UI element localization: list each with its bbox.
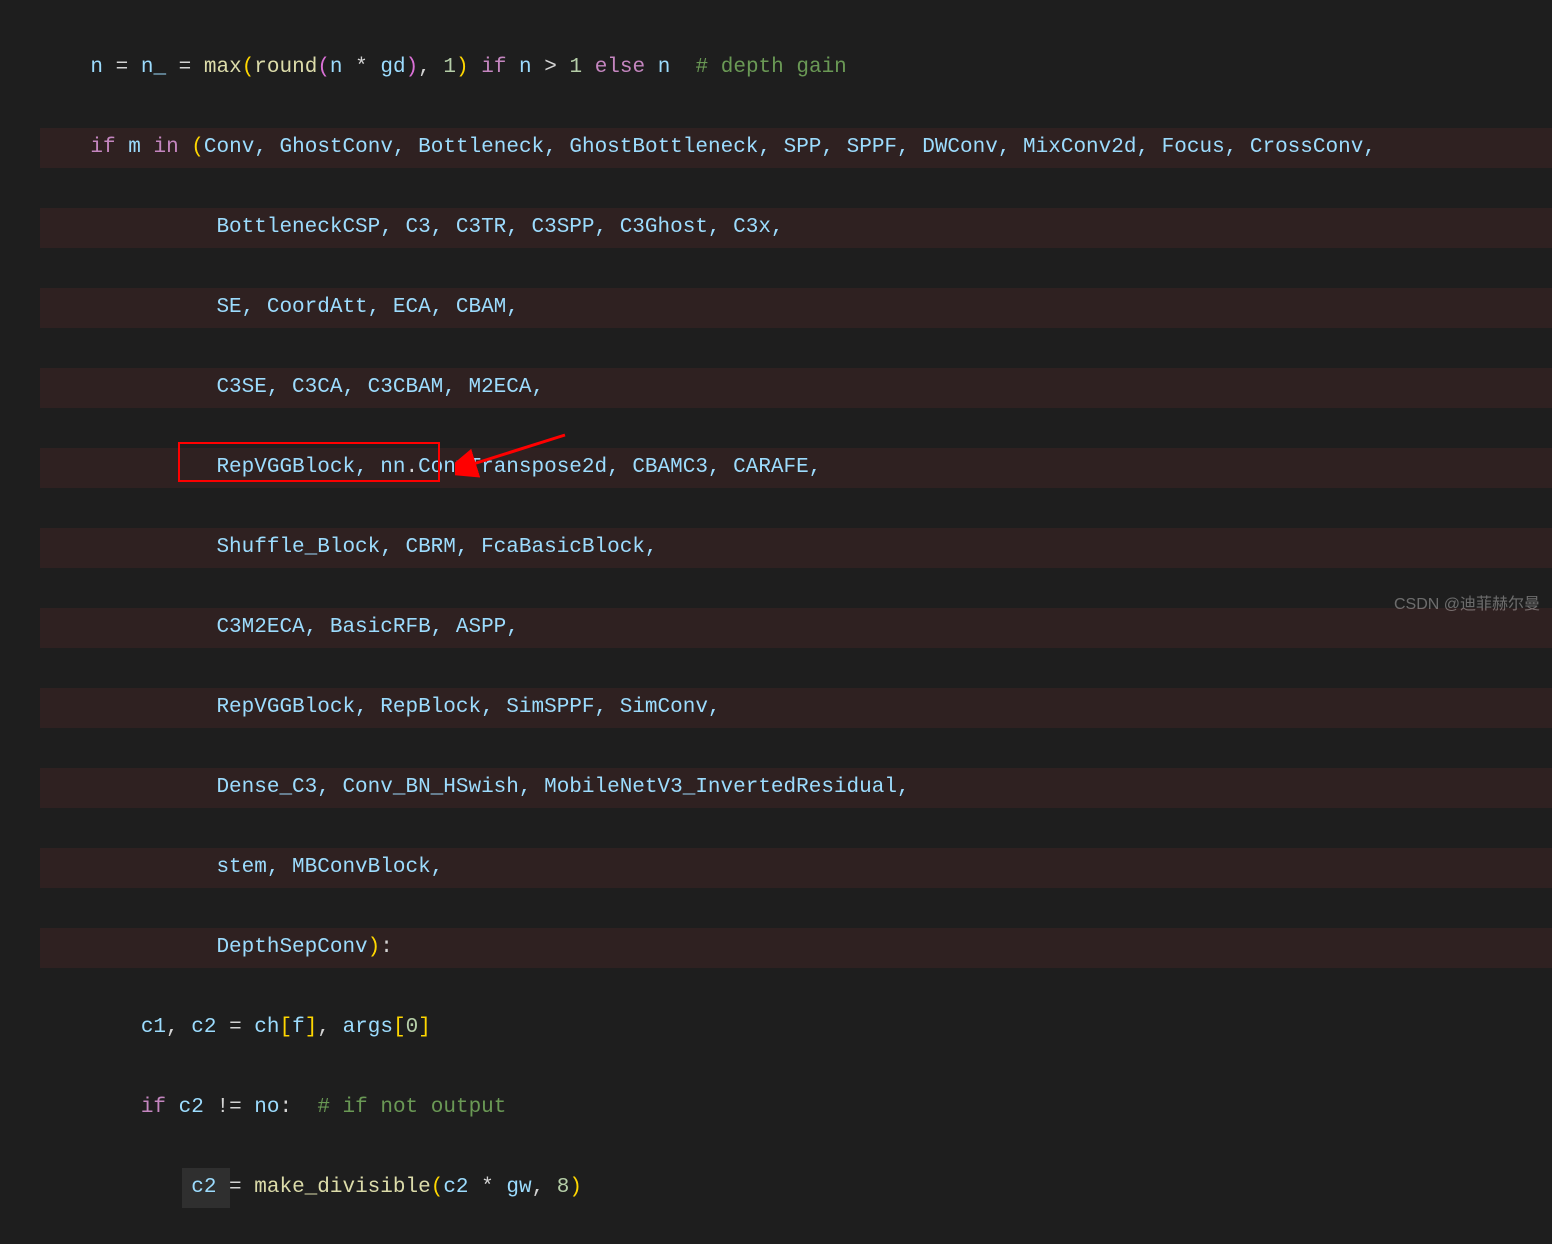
- code-line[interactable]: if m in (Conv, GhostConv, Bottleneck, Gh…: [40, 128, 1376, 168]
- code-line[interactable]: C3M2ECA, BasicRFB, ASPP,: [40, 608, 1376, 648]
- function: max: [204, 56, 242, 79]
- code-line[interactable]: BottleneckCSP, C3, C3TR, C3SPP, C3Ghost,…: [40, 208, 1376, 248]
- comment: # depth gain: [696, 56, 847, 79]
- code-line[interactable]: RepVGGBlock, RepBlock, SimSPPF, SimConv,: [40, 688, 1376, 728]
- editor-gutter: [0, 0, 30, 622]
- code-line[interactable]: RepVGGBlock, nn.ConvTranspose2d, CBAMC3,…: [40, 448, 1376, 488]
- code-line[interactable]: stem, MBConvBlock,: [40, 848, 1376, 888]
- function: round: [254, 56, 317, 79]
- function: make_divisible: [254, 1176, 430, 1199]
- comment: # if not output: [317, 1096, 506, 1119]
- code-line[interactable]: if c2 != no: # if not output: [40, 1088, 1376, 1128]
- variable: n: [90, 56, 103, 79]
- code-line[interactable]: n = n_ = max(round(n * gd), 1) if n > 1 …: [40, 48, 1376, 88]
- code-line[interactable]: c1, c2 = ch[f], args[0]: [40, 1008, 1376, 1048]
- code-line[interactable]: DepthSepConv):: [40, 928, 1376, 968]
- code-line[interactable]: C3SE, C3CA, C3CBAM, M2ECA,: [40, 368, 1376, 408]
- watermark: CSDN @迪菲赫尔曼: [1394, 590, 1540, 614]
- code-line[interactable]: SE, CoordAtt, ECA, CBAM,: [40, 288, 1376, 328]
- code-line[interactable]: Dense_C3, Conv_BN_HSwish, MobileNetV3_In…: [40, 768, 1376, 808]
- variable: n_: [141, 56, 166, 79]
- code-line[interactable]: Shuffle_Block, CBRM, FcaBasicBlock,: [40, 528, 1376, 568]
- code-line[interactable]: c2 = make_divisible(c2 * gw, 8): [40, 1168, 1376, 1208]
- code-editor[interactable]: n = n_ = max(round(n * gd), 1) if n > 1 …: [40, 0, 1376, 1244]
